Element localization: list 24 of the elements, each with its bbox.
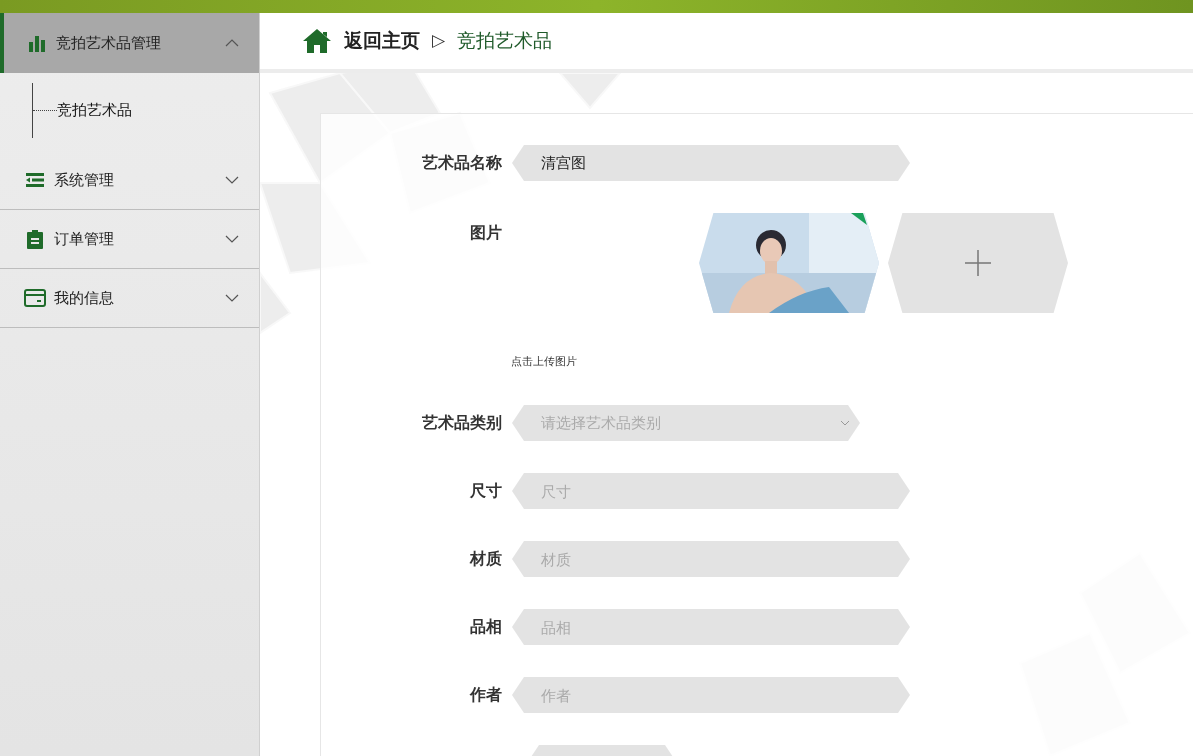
field-label: 材质 <box>468 549 503 569</box>
breadcrumb-current: 竞拍艺术品 <box>457 28 552 53</box>
input-field[interactable]: 材质 <box>512 541 910 577</box>
menu-item[interactable]: 我的信息 <box>0 269 259 328</box>
input-field[interactable]: 尺寸 <box>512 473 910 509</box>
menu-item[interactable]: 竞拍艺术品管理 <box>0 13 259 73</box>
menu-label: 系统管理 <box>54 169 115 190</box>
field-label: 艺术品类别 <box>421 413 503 433</box>
upload-hint: 点击上传图片 <box>511 354 578 369</box>
field-label: 品相 <box>469 617 503 637</box>
input-field[interactable]: 清宫图 <box>512 145 910 181</box>
field-label: 图片 <box>469 223 503 243</box>
menu-label: 我的信息 <box>54 287 115 308</box>
breadcrumb-separator: ▷ <box>432 30 445 53</box>
input-field[interactable]: 作者 <box>512 677 910 713</box>
menu-label: 竞拍艺术品管理 <box>56 32 162 53</box>
submenu-item[interactable]: 竞拍艺术品 <box>57 99 132 122</box>
field-label: 作者 <box>468 685 503 705</box>
home-link[interactable]: 返回主页 <box>344 26 420 56</box>
field-label: 艺术品名称 <box>421 153 503 173</box>
menu-item[interactable]: 系统管理 <box>0 151 259 210</box>
menu-label: 订单管理 <box>54 228 115 249</box>
menu-item[interactable]: 订单管理 <box>0 210 259 269</box>
field-label: 尺寸 <box>469 481 503 501</box>
